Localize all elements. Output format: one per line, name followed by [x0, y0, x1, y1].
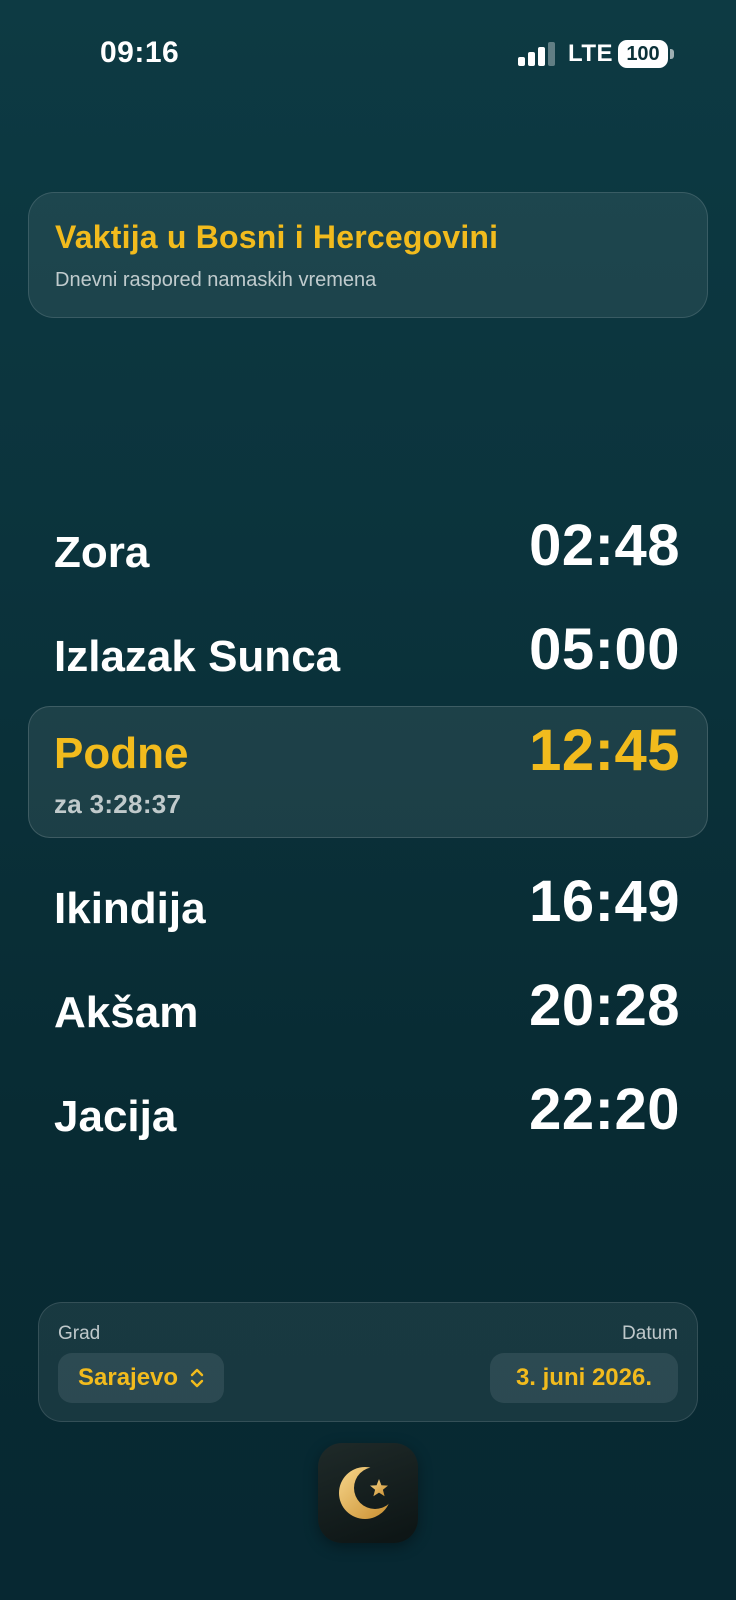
page-title: Vaktija u Bosni i Hercegovini: [55, 219, 499, 255]
city-picker[interactable]: Sarajevo: [58, 1353, 224, 1403]
network-type: LTE: [568, 40, 614, 67]
next-prayer-countdown: za 3:28:37: [54, 789, 182, 819]
battery-icon: 100: [618, 40, 668, 68]
prayer-name: Ikindija: [54, 884, 206, 933]
selector-card: Grad Datum Sarajevo 3. juni 2026.: [38, 1302, 698, 1422]
status-bar: 09:16 LTE 100: [0, 0, 736, 110]
date-value: 3. juni 2026.: [515, 1364, 653, 1391]
date-label: Datum: [622, 1323, 678, 1344]
chevron-up-down-icon: [190, 1368, 204, 1388]
date-picker[interactable]: 3. juni 2026.: [490, 1353, 678, 1403]
status-time: 09:16: [100, 36, 180, 69]
prayer-row-ikindija: Ikindija 16:49: [28, 860, 708, 964]
header-card: Vaktija u Bosni i Hercegovini Dnevni ras…: [28, 192, 708, 318]
prayer-row-zora: Zora 02:48: [28, 504, 708, 608]
prayer-name: Izlazak Sunca: [54, 632, 341, 681]
app-icon[interactable]: [318, 1443, 418, 1543]
prayer-time: 22:20: [529, 1077, 680, 1142]
prayer-time: 02:48: [529, 513, 680, 578]
crescent-star-icon: [339, 1467, 391, 1519]
prayer-row-aksam: Akšam 20:28: [28, 964, 708, 1068]
prayer-time: 12:45: [529, 718, 680, 783]
battery-nub: [670, 49, 674, 59]
prayer-row-jacija: Jacija 22:20: [28, 1068, 708, 1172]
prayer-time: 20:28: [529, 973, 680, 1038]
prayer-row-podne-current: Podne 12:45 za 3:28:37: [28, 706, 708, 838]
prayer-row-izlazak-sunca: Izlazak Sunca 05:00: [28, 608, 708, 712]
city-label: Grad: [58, 1323, 101, 1344]
prayer-name: Podne: [54, 729, 189, 778]
prayer-name: Jacija: [54, 1092, 177, 1141]
prayer-time: 05:00: [529, 617, 680, 682]
page-subtitle: Dnevni raspored namaskih vremena: [55, 269, 377, 291]
battery-level: 100: [626, 43, 660, 65]
city-value: Sarajevo: [78, 1364, 179, 1391]
prayer-time: 16:49: [529, 869, 680, 934]
prayer-name: Akšam: [54, 988, 199, 1037]
prayer-name: Zora: [54, 528, 150, 577]
signal-icon: [518, 42, 558, 66]
